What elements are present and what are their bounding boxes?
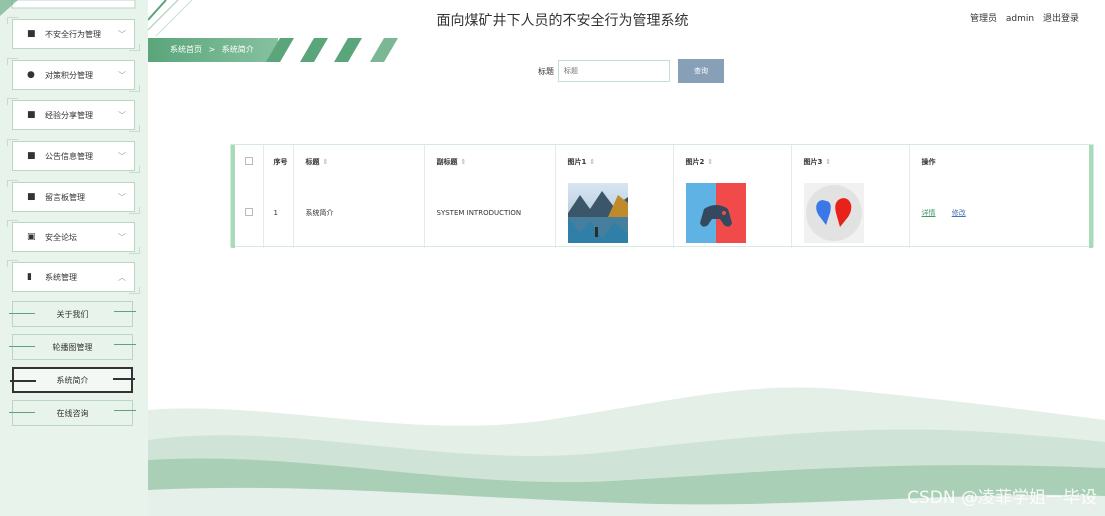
chevron-down-icon: ﹀ (118, 110, 126, 120)
sidebar-item-points[interactable]: ● 对策积分管理 ﹀ (7, 58, 140, 92)
row-index: 1 (262, 178, 293, 248)
grid-icon: ■ (27, 151, 36, 161)
gamepad-image[interactable] (685, 183, 746, 243)
book-icon: ▮ (27, 272, 32, 282)
table-row: 1 系统简介 SYSTEM INTRODUCTION 详情 修改 (235, 178, 1091, 248)
data-table: 序号 标题 ⇕ 副标题 ⇕ 图片1 ⇕ 图片2 ⇕ 图片3 ⇕ 操作 1 系统简介 SYS… (230, 144, 1094, 248)
logout-link[interactable]: 退出登录 (1043, 14, 1079, 24)
grid-icon: ■ (27, 29, 36, 39)
select-all-cell (235, 145, 263, 178)
clipboard-icon: ▣ (27, 232, 36, 242)
breadcrumb-separator: > (208, 45, 216, 54)
search-bar: 标题 查询 (538, 59, 724, 83)
username: admin (1005, 14, 1035, 24)
sidebar-subitem-intro[interactable]: 系统简介 (10, 367, 135, 393)
sidebar-item-notice[interactable]: ■ 公告信息管理 ﹀ (7, 139, 140, 173)
page-title: 面向煤矿井下人员的不安全行为管理系统 (436, 13, 689, 29)
sidebar-item-messages[interactable]: ■ 留言板管理 ﹀ (7, 180, 140, 214)
edit-link[interactable]: 修改 (952, 209, 966, 217)
chevron-down-icon: ﹀ (118, 232, 126, 242)
line-decoration (114, 344, 136, 345)
sort-icon: ⇕ (460, 157, 467, 166)
sidebar-subitem-carousel[interactable]: 轮播图管理 (9, 334, 136, 360)
chevron-down-icon: ﹀ (118, 29, 126, 39)
user-bar: 管理员 admin 退出登录 (964, 11, 1079, 24)
search-input[interactable] (558, 60, 670, 82)
row-actions-cell: 详情 修改 (908, 178, 1091, 248)
breadcrumb: 系统首页 > 系统简介 (148, 38, 398, 62)
breadcrumb-home[interactable]: 系统首页 (170, 45, 202, 54)
watermark: CSDN @凌菲学姐一毕设 (907, 488, 1097, 508)
line-decoration (114, 311, 136, 312)
header-title[interactable]: 标题 ⇕ (292, 145, 424, 178)
grid-icon: ■ (27, 192, 36, 202)
user-icon: ● (27, 70, 35, 80)
chevron-up-icon: ︿ (118, 272, 126, 282)
chevron-down-icon: ﹀ (118, 192, 126, 202)
line-decoration (10, 380, 36, 382)
line-decoration (9, 412, 35, 413)
sidebar-item-system[interactable]: ▮ 系统管理 ︿ (7, 260, 140, 294)
row-title: 系统简介 (292, 178, 424, 248)
row-select-cell (235, 178, 263, 248)
user-role: 管理员 (970, 14, 998, 24)
row-image3-cell (790, 178, 909, 248)
table-header-row: 序号 标题 ⇕ 副标题 ⇕ 图片1 ⇕ 图片2 ⇕ 图片3 ⇕ 操作 (235, 145, 1091, 178)
sort-icon: ⇕ (707, 157, 714, 166)
sort-icon: ⇕ (825, 157, 832, 166)
line-decoration (9, 346, 35, 347)
hearts-image[interactable] (803, 183, 864, 243)
line-decoration (114, 410, 136, 411)
sidebar: ■ 不安全行为管理 ﹀ ● 对策积分管理 ﹀ ■ 经验分享管理 ﹀ ■ 公告信息… (0, 0, 148, 516)
row-subtitle: SYSTEM INTRODUCTION (423, 178, 555, 248)
sidebar-subitem-about[interactable]: 关于我们 (9, 301, 136, 327)
breadcrumb-stripes (266, 38, 398, 62)
header-image1[interactable]: 图片1 ⇕ (554, 145, 673, 178)
sort-icon: ⇕ (322, 157, 329, 166)
sidebar-item-forum[interactable]: ▣ 安全论坛 ﹀ (7, 220, 140, 254)
header-actions: 操作 (908, 145, 1091, 178)
row-image1-cell (554, 178, 673, 248)
header-image3[interactable]: 图片3 ⇕ (790, 145, 909, 178)
grid-icon: ■ (27, 110, 36, 120)
line-decoration (113, 378, 135, 380)
detail-link[interactable]: 详情 (922, 209, 936, 217)
search-button[interactable]: 查询 (678, 59, 724, 83)
sidebar-item-experience[interactable]: ■ 经验分享管理 ﹀ (7, 98, 140, 132)
line-decoration (9, 313, 35, 314)
header-index: 序号 (262, 145, 293, 178)
row-image2-cell (672, 178, 791, 248)
sidebar-subitem-consult[interactable]: 在线咨询 (9, 400, 136, 426)
sort-icon: ⇕ (589, 157, 596, 166)
header-image2[interactable]: 图片2 ⇕ (672, 145, 791, 178)
chevron-down-icon: ﹀ (118, 151, 126, 161)
breadcrumb-current: 系统简介 (221, 45, 254, 54)
chevron-down-icon: ﹀ (118, 70, 126, 80)
select-all-checkbox[interactable] (245, 156, 253, 165)
search-label: 标题 (538, 66, 554, 76)
row-checkbox[interactable] (245, 208, 253, 216)
header-subtitle[interactable]: 副标题 ⇕ (423, 145, 555, 178)
lake-mountain-image[interactable] (567, 183, 628, 243)
